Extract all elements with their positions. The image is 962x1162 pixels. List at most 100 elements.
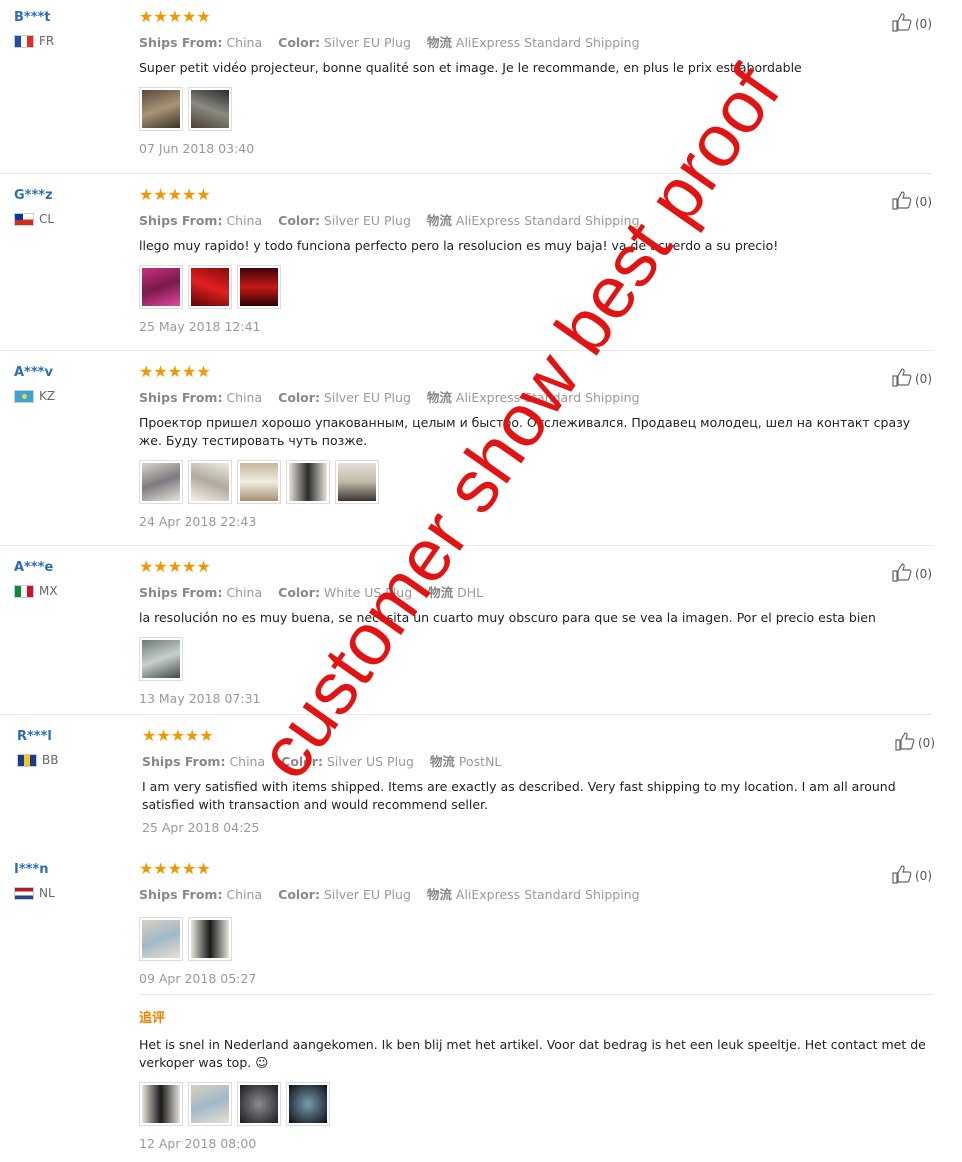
reviewer-info: A***e MX [14, 560, 58, 598]
review-photo[interactable] [139, 87, 183, 131]
star-rating: ★★★★★ [142, 726, 214, 745]
review-photo[interactable] [139, 1082, 183, 1126]
review-item: A***e MX ★★★★★ Ships From: China Color: … [0, 550, 932, 715]
star-rating: ★★★★★ [139, 185, 211, 204]
helpful-button[interactable]: (0) [891, 12, 932, 35]
review-item: G***z CL ★★★★★ Ships From: China Color: … [0, 178, 932, 351]
review-item: R***l BB ★★★★★ Ships From: China Color: … [0, 719, 935, 849]
divider [139, 994, 934, 995]
review-photo[interactable] [139, 917, 183, 961]
review-photo[interactable] [139, 265, 183, 309]
helpful-button[interactable]: (0) [891, 562, 932, 585]
review-photo[interactable] [139, 460, 183, 504]
helpful-button[interactable]: (0) [894, 731, 935, 754]
country-code: MX [39, 584, 58, 598]
review-text: Проектор пришел хорошо упакованным, целы… [139, 415, 911, 448]
reviewer-name[interactable]: A***e [14, 560, 58, 575]
helpful-button[interactable]: (0) [891, 367, 932, 390]
like-count: (0) [915, 868, 932, 883]
order-info: Ships From: China Color: White US Plug 物… [139, 585, 484, 600]
review-photo[interactable] [286, 1082, 330, 1126]
reviewer-country: FR [14, 34, 54, 48]
star-rating: ★★★★★ [139, 362, 211, 381]
review-photo[interactable] [335, 460, 379, 504]
like-count: (0) [915, 566, 932, 581]
review-date: 13 May 2018 07:31 [139, 691, 261, 706]
order-info: Ships From: China Color: Silver EU Plug … [139, 390, 640, 405]
review-photos [139, 87, 934, 131]
review-photo[interactable] [188, 460, 232, 504]
helpful-button[interactable]: (0) [891, 190, 932, 213]
like-count: (0) [915, 371, 932, 386]
review-photos [139, 460, 934, 504]
star-rating: ★★★★★ [139, 557, 211, 576]
thumbs-up-icon[interactable] [891, 12, 913, 35]
reviewer-country: NL [14, 886, 55, 900]
country-code: CL [39, 212, 55, 226]
country-code: FR [39, 34, 55, 48]
review-photo[interactable] [139, 637, 183, 681]
flag-icon [14, 212, 34, 226]
thumbs-up-icon[interactable] [891, 864, 913, 887]
reviewer-country: CL [14, 212, 54, 226]
star-rating: ★★★★★ [139, 859, 211, 878]
review-photos [139, 917, 934, 961]
helpful-button[interactable]: (0) [891, 864, 932, 887]
order-info: Ships From: China Color: Silver US Plug … [142, 754, 502, 769]
review-photo[interactable] [188, 87, 232, 131]
review-item: B***t FR ★★★★★ Ships From: China Color: … [0, 0, 932, 174]
like-count: (0) [915, 16, 932, 31]
review-date: 25 Apr 2018 04:25 [142, 820, 260, 835]
review-text: llego muy rapido! y todo funciona perfec… [139, 238, 779, 253]
country-code: NL [39, 886, 55, 900]
country-code: BB [42, 753, 59, 767]
review-date: 09 Apr 2018 05:27 [139, 971, 257, 986]
reviewer-country: BB [17, 753, 58, 767]
country-code: KZ [39, 389, 56, 403]
thumbs-up-icon[interactable] [891, 190, 913, 213]
review-photos [139, 265, 934, 309]
star-rating: ★★★★★ [139, 7, 211, 26]
reviewer-name[interactable]: R***l [17, 729, 58, 744]
reviewer-info: I***n NL [14, 862, 55, 900]
reviewer-name[interactable]: B***t [14, 10, 54, 25]
review-date: 25 May 2018 12:41 [139, 319, 261, 334]
review-photo[interactable] [237, 1082, 281, 1126]
reviewer-name[interactable]: G***z [14, 188, 54, 203]
review-date: 07 Jun 2018 03:40 [139, 141, 255, 156]
flag-icon [14, 584, 34, 598]
followup-label: 追评 [139, 1011, 166, 1026]
reviewer-info: G***z CL [14, 188, 54, 226]
review-text: Super petit vidéo projecteur, bonne qual… [139, 60, 802, 75]
review-photo[interactable] [286, 460, 330, 504]
reviewer-name[interactable]: I***n [14, 862, 55, 877]
review-text: la resolución no es muy buena, se necesi… [139, 610, 876, 625]
review-photo[interactable] [237, 460, 281, 504]
flag-icon [14, 886, 34, 900]
thumbs-up-icon[interactable] [894, 731, 916, 754]
reviewer-info: A***v KZ [14, 365, 55, 403]
flag-icon [14, 389, 34, 403]
order-info: Ships From: China Color: Silver EU Plug … [139, 887, 640, 902]
thumbs-up-icon[interactable] [891, 562, 913, 585]
reviewer-country: MX [14, 584, 58, 598]
order-info: Ships From: China Color: Silver EU Plug … [139, 213, 640, 228]
like-count: (0) [918, 735, 935, 750]
reviewer-name[interactable]: A***v [14, 365, 55, 380]
review-photo[interactable] [188, 1082, 232, 1126]
review-date: 24 Apr 2018 22:43 [139, 514, 257, 529]
reviewer-country: KZ [14, 389, 55, 403]
like-count: (0) [915, 194, 932, 209]
review-photo[interactable] [188, 265, 232, 309]
reviewer-info: B***t FR [14, 10, 54, 48]
review-item: I***n NL ★★★★★ Ships From: China Color: … [0, 852, 934, 1162]
flag-icon [17, 753, 37, 767]
thumbs-up-icon[interactable] [891, 367, 913, 390]
review-photo[interactable] [237, 265, 281, 309]
followup-photos [139, 1082, 934, 1126]
followup-date: 12 Apr 2018 08:00 [139, 1136, 257, 1151]
review-text: I am very satisfied with items shipped. … [142, 779, 896, 812]
review-item: A***v KZ ★★★★★ Ships From: China Color: … [0, 355, 932, 546]
review-photo[interactable] [188, 917, 232, 961]
review-photos [139, 637, 934, 681]
